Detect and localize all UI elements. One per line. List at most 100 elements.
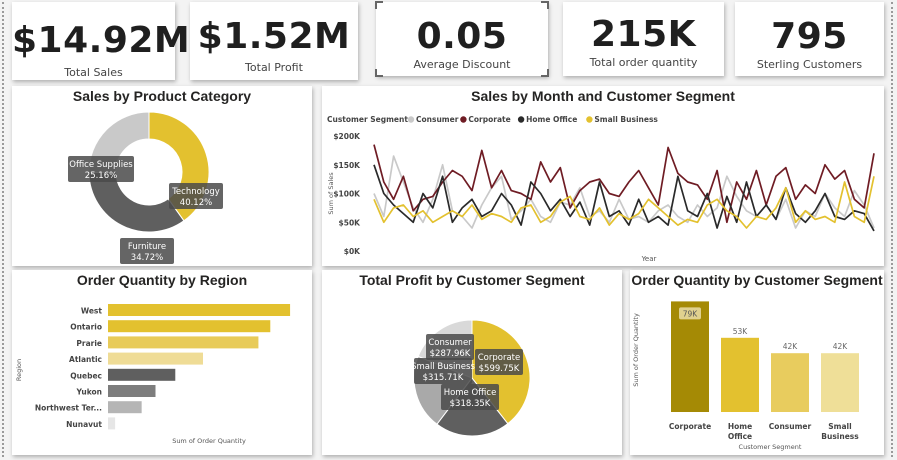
region-bar[interactable] <box>108 401 142 414</box>
panel-title: Sales by Product Category <box>72 88 252 104</box>
donut-data-label: Office Supplies25.16% <box>68 156 134 182</box>
y-axis-title: Sum of Order Quantity <box>632 313 640 387</box>
series-line[interactable] <box>373 176 875 229</box>
pie-data-label-text: Corporate <box>478 353 521 363</box>
x-axis-title: Customer Segment <box>739 443 802 451</box>
y-tick-label: West <box>81 307 103 316</box>
panel-title: Total Profit by Customer Segment <box>359 272 585 288</box>
segment-bar[interactable] <box>821 353 859 412</box>
legend-entry[interactable]: Small Business <box>594 115 658 124</box>
pie-data-label: Small Business$315.71K <box>411 358 475 384</box>
region-bar[interactable] <box>108 368 176 381</box>
pie-data-label-text: $315.71K <box>423 373 464 383</box>
legend-entry[interactable]: Corporate <box>468 115 510 124</box>
kpi-label: Sterling Customers <box>756 58 863 71</box>
x-tick-label: Business <box>821 432 859 441</box>
profit-by-segment-panel[interactable]: Total Profit by Customer Segment Corpora… <box>322 270 622 455</box>
kpi-sterling-customers[interactable]: 795 Sterling Customers <box>735 2 884 76</box>
y-tick-label: Atlantic <box>69 355 102 364</box>
pie-data-label: Corporate$599.75K <box>475 349 523 375</box>
legend-title: Customer Segment: <box>327 115 411 124</box>
x-axis-title: Year <box>641 255 657 263</box>
region-bar[interactable] <box>108 304 291 316</box>
kpi-value: 795 <box>771 16 848 57</box>
legend-marker <box>460 116 467 123</box>
kpi-label: Total order quantity <box>589 56 698 69</box>
pie-data-label-text: Consumer <box>428 338 472 348</box>
x-tick-label: Corporate <box>669 422 711 431</box>
y-tick-label: Yukon <box>75 388 102 397</box>
data-label: 79K <box>683 309 699 318</box>
donut-data-label: Furniture34.72% <box>120 238 174 264</box>
y-axis-title: Sum of Sales <box>327 172 335 215</box>
region-bar[interactable] <box>108 336 259 349</box>
region-bar[interactable] <box>108 385 156 397</box>
y-tick-label: Quebec <box>70 371 102 380</box>
order-qty-by-region-panel[interactable]: Order Quantity by Region West Ontario Prar… <box>12 270 312 455</box>
y-tick-label: Northwest Ter... <box>35 404 102 413</box>
donut-data-label-text: Office Supplies <box>69 160 133 170</box>
pie-data-label: Home Office$318.35K <box>441 384 499 410</box>
donut-data-label: Technology40.12% <box>169 183 223 209</box>
donut-data-label-text: Technology <box>171 187 220 197</box>
y-axis-title: Region <box>15 359 23 381</box>
kpi-label: Total Profit <box>245 61 303 74</box>
region-bar[interactable] <box>108 352 203 365</box>
sales-by-category-chart[interactable]: Technology40.12% Furniture34.72% Office Su… <box>12 106 312 266</box>
x-tick-label: Small <box>828 422 851 431</box>
kpi-label: Average Discount <box>413 58 511 71</box>
pie-data-label-text: $318.35K <box>450 399 491 409</box>
sales-by-month-chart[interactable]: Customer Segment: Consumer Corporate Home O… <box>322 106 884 266</box>
pie-data-label-text: $599.75K <box>479 364 520 374</box>
kpi-total-sales[interactable]: $14.92M Total Sales <box>12 2 191 80</box>
y-tick-label: $150K <box>333 161 361 170</box>
kpi-total-order-quantity[interactable]: 215K Total order quantity <box>563 2 724 76</box>
kpi-value: $1.52M <box>197 16 351 57</box>
order-qty-by-segment-panel[interactable]: Order Quantity by Customer Segment 79K Co… <box>630 270 884 455</box>
data-label: 42K <box>783 342 799 351</box>
panel-title: Order Quantity by Customer Segment <box>631 272 883 288</box>
order-qty-by-region-chart[interactable]: West Ontario Prarie Atlantic Quebec Yukon Nort… <box>12 290 312 455</box>
legend-entry[interactable]: Home Office <box>526 115 577 124</box>
region-bar[interactable] <box>108 320 271 333</box>
y-tick-label: Nunavut <box>66 420 102 429</box>
panel-title: Order Quantity by Region <box>76 272 248 288</box>
pie-data-label-text: Small Business <box>411 362 475 372</box>
sales-by-category-panel[interactable]: Sales by Product Category Technology 40.1… <box>12 86 312 266</box>
legend-entry[interactable]: Consumer <box>416 115 459 124</box>
y-tick-label: $50K <box>339 218 362 227</box>
region-bar[interactable] <box>108 417 116 430</box>
order-qty-by-segment-chart[interactable]: 79K Corporate 53K HomeOffice 42K Consumer 42K S… <box>630 290 884 455</box>
x-axis-title: Sum of Order Quantity <box>172 437 246 445</box>
data-label: 53K <box>733 327 749 336</box>
legend-marker <box>407 116 415 123</box>
y-tick-label: $200K <box>333 132 361 141</box>
y-tick-label: Ontario <box>70 323 102 332</box>
sales-by-month-panel[interactable]: Sales by Month and Customer Segment Cust… <box>322 86 884 266</box>
pie-data-label-text: Home Office <box>444 388 497 398</box>
pie-data-label-text: $287.96K <box>430 349 471 359</box>
kpi-average-discount[interactable]: 0.05 Average Discount <box>375 1 549 77</box>
kpi-value: $14.92M <box>12 20 191 61</box>
panel-title: Sales by Month and Customer Segment <box>471 88 735 104</box>
profit-by-segment-chart[interactable]: Corporate$599.75KHome Office$318.35KSmal… <box>322 290 622 455</box>
y-tick-label: $0K <box>344 247 361 256</box>
pie-data-label: Consumer$287.96K <box>426 334 474 360</box>
y-tick-label: $100K <box>333 190 361 199</box>
segment-bar[interactable] <box>721 337 759 412</box>
segment-bar[interactable] <box>771 353 809 412</box>
donut-data-label-text: Furniture <box>128 242 166 252</box>
kpi-label: Total Sales <box>64 66 123 79</box>
data-label: 42K <box>833 342 849 351</box>
kpi-value: 0.05 <box>416 16 508 57</box>
x-tick-label: Office <box>728 432 752 441</box>
kpi-value: 215K <box>590 14 697 55</box>
kpi-total-profit[interactable]: $1.52M Total Profit <box>190 2 358 80</box>
legend-marker <box>586 116 593 123</box>
donut-data-label-text: 40.12% <box>180 198 212 208</box>
x-tick-label: Consumer <box>769 422 812 431</box>
y-tick-label: Prarie <box>76 339 102 348</box>
x-tick-label: Home <box>728 422 752 431</box>
legend-marker <box>517 116 525 123</box>
donut-data-label-text: 25.16% <box>85 171 117 181</box>
